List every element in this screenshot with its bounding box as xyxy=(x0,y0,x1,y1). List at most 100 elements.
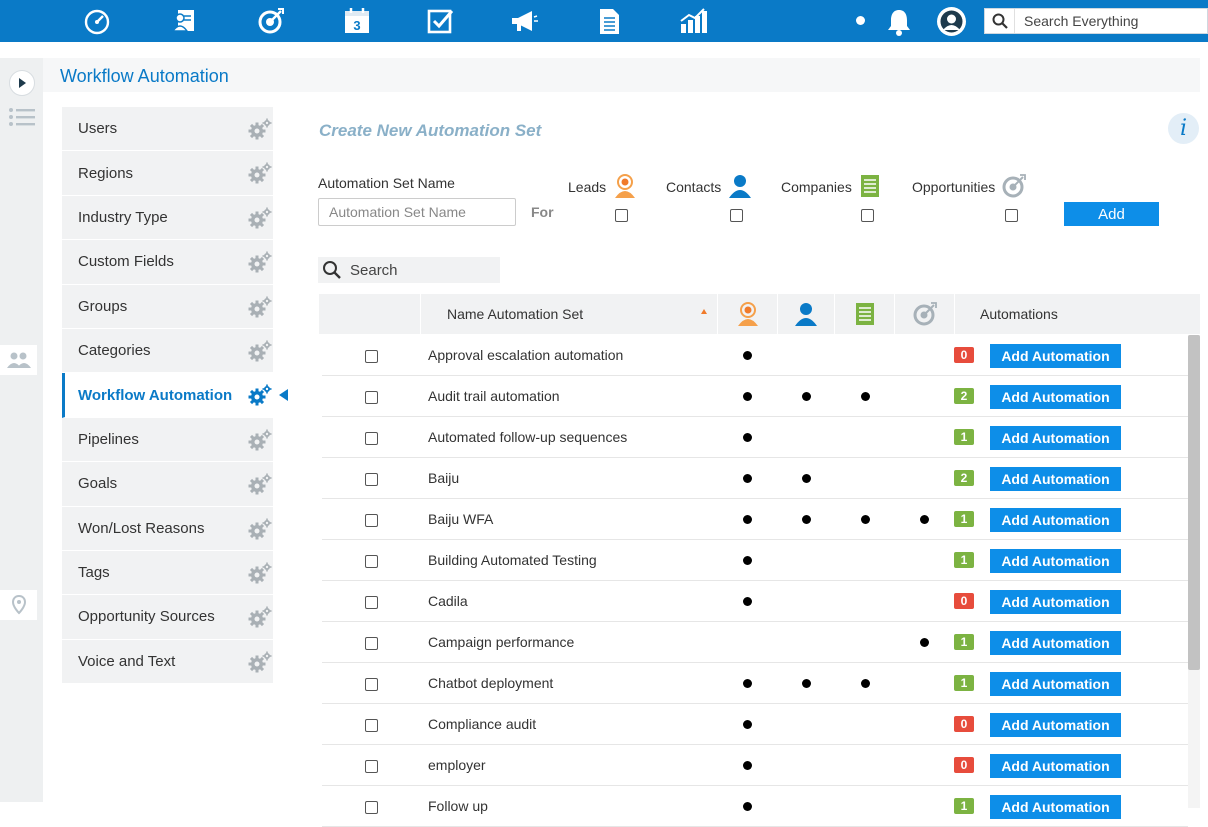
reports-chart-icon[interactable] xyxy=(676,5,710,37)
row-checkbox[interactable] xyxy=(365,596,378,609)
table-row[interactable]: Follow up 1 Add Automation xyxy=(322,786,1188,827)
gear-settings-icon[interactable] xyxy=(247,517,273,541)
automation-set-name[interactable]: Campaign performance xyxy=(428,634,574,650)
table-row[interactable]: Automated follow-up sequences 1 Add Automa… xyxy=(322,417,1188,458)
campaign-megaphone-icon[interactable] xyxy=(507,5,541,37)
documents-icon[interactable] xyxy=(592,5,626,37)
add-automation-button[interactable]: Add Automation xyxy=(990,713,1121,737)
side-menu-item-goals[interactable]: Goals xyxy=(62,462,273,507)
location-pin-icon[interactable] xyxy=(0,590,37,620)
row-checkbox[interactable] xyxy=(365,555,378,568)
add-automation-button[interactable]: Add Automation xyxy=(990,385,1121,409)
dashboard-icon[interactable] xyxy=(80,5,114,37)
automation-set-name[interactable]: Automated follow-up sequences xyxy=(428,429,627,445)
gear-settings-icon[interactable] xyxy=(247,117,273,141)
team-users-icon[interactable] xyxy=(0,345,37,375)
gear-settings-icon[interactable] xyxy=(247,472,273,496)
add-automation-button[interactable]: Add Automation xyxy=(990,754,1121,778)
gear-settings-icon[interactable] xyxy=(247,161,273,185)
column-header-opportunities[interactable] xyxy=(894,294,954,334)
table-row[interactable]: Building Automated Testing 1 Add Automatio… xyxy=(322,540,1188,581)
tasks-checkbox-icon[interactable] xyxy=(424,5,458,37)
column-header-automations[interactable]: Automations xyxy=(954,294,1200,334)
add-button[interactable]: Add xyxy=(1064,202,1159,226)
add-automation-button[interactable]: Add Automation xyxy=(990,508,1121,532)
row-checkbox[interactable] xyxy=(365,432,378,445)
side-menu-item-categories[interactable]: Categories xyxy=(62,328,273,374)
automation-set-name[interactable]: Chatbot deployment xyxy=(428,675,553,691)
automation-set-name[interactable]: employer xyxy=(428,757,486,773)
side-menu-item-users[interactable]: Users xyxy=(62,107,273,152)
table-scrollbar-thumb[interactable] xyxy=(1188,335,1200,670)
table-row[interactable]: Audit trail automation 2 Add Automation xyxy=(322,376,1188,417)
column-header-companies[interactable] xyxy=(834,294,894,334)
add-automation-button[interactable]: Add Automation xyxy=(990,426,1121,450)
side-menu-item-opportunity-sources[interactable]: Opportunity Sources xyxy=(62,595,273,640)
companies-checkbox[interactable] xyxy=(861,209,874,222)
global-search-input[interactable] xyxy=(1015,13,1205,29)
row-checkbox[interactable] xyxy=(365,514,378,527)
table-row[interactable]: Baiju 2 Add Automation xyxy=(322,458,1188,499)
automation-set-name[interactable]: Compliance audit xyxy=(428,716,536,732)
side-menu-item-regions[interactable]: Regions xyxy=(62,151,273,196)
row-checkbox[interactable] xyxy=(365,473,378,486)
automation-set-name-input[interactable] xyxy=(318,198,516,226)
table-row[interactable]: Approval escalation automation 0 Add Autom… xyxy=(322,335,1188,376)
add-automation-button[interactable]: Add Automation xyxy=(990,590,1121,614)
side-menu-item-won-lost-reasons[interactable]: Won/Lost Reasons xyxy=(62,506,273,551)
notifications-bell-icon[interactable] xyxy=(884,7,914,37)
automation-set-name[interactable]: Follow up xyxy=(428,798,488,814)
automation-set-name[interactable]: Building Automated Testing xyxy=(428,552,597,568)
side-menu-item-pipelines[interactable]: Pipelines xyxy=(62,417,273,463)
automation-set-name[interactable]: Baiju WFA xyxy=(428,511,493,527)
automation-set-name[interactable]: Cadila xyxy=(428,593,468,609)
contacts-checkbox[interactable] xyxy=(730,209,743,222)
add-automation-button[interactable]: Add Automation xyxy=(990,672,1121,696)
column-header-name[interactable]: Name Automation Set xyxy=(420,294,717,334)
automation-set-name[interactable]: Approval escalation automation xyxy=(428,347,623,363)
table-row[interactable]: Baiju WFA 1 Add Automation xyxy=(322,499,1188,540)
gear-settings-icon[interactable] xyxy=(247,206,273,230)
side-menu-item-custom-fields[interactable]: Custom Fields xyxy=(62,240,273,285)
table-row[interactable]: Chatbot deployment 1 Add Automation xyxy=(322,663,1188,704)
gear-settings-icon[interactable] xyxy=(247,295,273,319)
list-menu-icon[interactable] xyxy=(0,102,43,132)
calendar-icon[interactable]: 3 xyxy=(340,5,374,37)
side-menu-item-tags[interactable]: Tags xyxy=(62,550,273,596)
table-row[interactable]: Campaign performance 1 Add Automation xyxy=(322,622,1188,663)
gear-settings-icon[interactable] xyxy=(247,383,273,407)
info-icon[interactable]: i xyxy=(1168,113,1199,144)
gear-settings-icon[interactable] xyxy=(247,650,273,674)
side-menu-item-voice-and-text[interactable]: Voice and Text xyxy=(62,639,273,685)
opportunities-checkbox[interactable] xyxy=(1005,209,1018,222)
side-menu-item-workflow-automation[interactable]: Workflow Automation xyxy=(62,373,288,418)
add-automation-button[interactable]: Add Automation xyxy=(990,549,1121,573)
side-menu-item-industry-type[interactable]: Industry Type xyxy=(62,195,273,241)
add-automation-button[interactable]: Add Automation xyxy=(990,795,1121,819)
row-checkbox[interactable] xyxy=(365,760,378,773)
column-header-leads[interactable] xyxy=(717,294,777,334)
table-row[interactable]: Compliance audit 0 Add Automation xyxy=(322,704,1188,745)
sort-ascending-icon[interactable] xyxy=(701,309,707,314)
gear-settings-icon[interactable] xyxy=(247,428,273,452)
gear-settings-icon[interactable] xyxy=(247,339,273,363)
row-checkbox[interactable] xyxy=(365,391,378,404)
table-search-input[interactable] xyxy=(342,261,492,279)
row-checkbox[interactable] xyxy=(365,350,378,363)
row-checkbox[interactable] xyxy=(365,719,378,732)
row-checkbox[interactable] xyxy=(365,637,378,650)
user-avatar[interactable] xyxy=(937,7,966,36)
side-menu-item-groups[interactable]: Groups xyxy=(62,284,273,329)
add-automation-button[interactable]: Add Automation xyxy=(990,631,1121,655)
add-automation-button[interactable]: Add Automation xyxy=(990,344,1121,368)
table-row[interactable]: Cadila 0 Add Automation xyxy=(322,581,1188,622)
add-automation-button[interactable]: Add Automation xyxy=(990,467,1121,491)
automation-set-name[interactable]: Baiju xyxy=(428,470,459,486)
leads-checkbox[interactable] xyxy=(615,209,628,222)
column-header-contacts[interactable] xyxy=(777,294,834,334)
expand-play-icon[interactable] xyxy=(9,70,35,96)
gear-settings-icon[interactable] xyxy=(247,605,273,629)
gear-settings-icon[interactable] xyxy=(247,250,273,274)
row-checkbox[interactable] xyxy=(365,678,378,691)
table-row[interactable]: employer 0 Add Automation xyxy=(322,745,1188,786)
